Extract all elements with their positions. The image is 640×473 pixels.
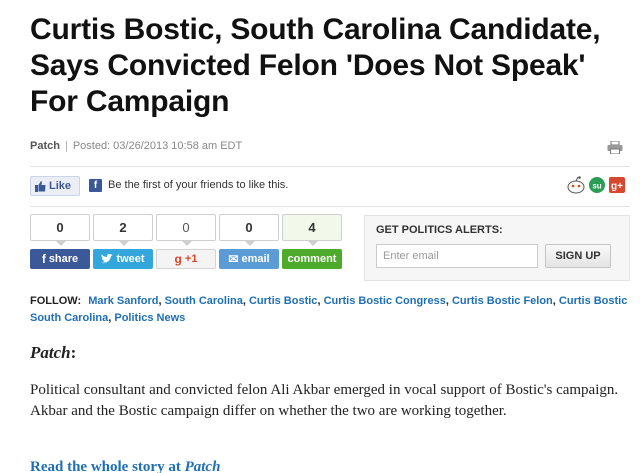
like-label: Like [49, 180, 72, 192]
facebook-share-button[interactable]: f share [30, 249, 90, 269]
comment-group: 4 comment [282, 214, 344, 269]
comment-count: 4 [282, 214, 342, 246]
facebook-icon: f [41, 252, 46, 266]
stumbleupon-icon[interactable]: su [588, 176, 606, 194]
google-plusone-button[interactable]: g +1 [156, 249, 216, 269]
follow-tag[interactable]: Politics News [114, 312, 185, 324]
tweet-count: 2 [93, 214, 153, 246]
share-count: 0 [30, 214, 90, 246]
follow-tag[interactable]: Mark Sanford [88, 295, 158, 307]
politics-alerts-box: GET POLITICS ALERTS: SIGN UP [364, 215, 630, 281]
twitter-share-group: 2 tweet [93, 214, 155, 269]
follow-tag[interactable]: Curtis Bostic [249, 295, 317, 307]
google-plus-icon: g [174, 252, 182, 266]
article-paragraph: Political consultant and convicted felon… [30, 382, 619, 419]
byline-separator: | [64, 140, 68, 152]
signup-button[interactable]: SIGN UP [545, 244, 611, 268]
svg-text:su: su [592, 182, 601, 191]
twitter-icon [101, 254, 114, 264]
follow-tag[interactable]: South Carolina [165, 295, 243, 307]
follow-tag[interactable]: Curtis Bostic Felon [452, 295, 553, 307]
tweet-button[interactable]: tweet [93, 249, 153, 269]
plusone-count: 0 [156, 214, 216, 246]
facebook-like-button[interactable]: Like [30, 176, 80, 196]
social-icons: su g+ [566, 176, 626, 194]
read-more-prefix: Read the whole story at [30, 459, 181, 473]
source-colon: : [70, 343, 77, 362]
facebook-share-group: 0 f share [30, 214, 92, 269]
read-more-link[interactable]: Read the whole story at Patch [30, 459, 220, 473]
comment-label: comment [287, 253, 337, 265]
alerts-title: GET POLITICS ALERTS: [376, 224, 503, 236]
google-plus-icon[interactable]: g+ [608, 176, 626, 194]
byline: Patch | Posted: 03/26/2013 10:58 am EDT [30, 140, 242, 152]
facebook-icon: f [89, 179, 102, 192]
source-name: Patch [30, 343, 71, 362]
email-icon: ✉ [228, 252, 239, 266]
svg-text:g+: g+ [611, 181, 623, 192]
email-share-group: 0 ✉ email [219, 214, 281, 269]
tweet-label: tweet [116, 253, 145, 265]
email-label: email [241, 253, 270, 265]
article-headline: Curtis Bostic, South Carolina Candidate,… [30, 13, 601, 118]
thumbs-up-icon [35, 180, 46, 192]
plusone-label: +1 [184, 253, 198, 265]
google-plus-group: 0 g +1 [156, 214, 218, 269]
printer-icon[interactable] [607, 141, 623, 154]
follow-tags: FOLLOW: Mark Sanford, South Carolina, Cu… [30, 295, 628, 324]
reddit-icon[interactable] [566, 176, 586, 194]
email-count: 0 [219, 214, 279, 246]
email-field[interactable] [376, 244, 538, 268]
email-button[interactable]: ✉ email [219, 249, 279, 269]
comment-button[interactable]: comment [282, 249, 342, 269]
article-source: Patch: [30, 343, 76, 363]
divider [30, 206, 630, 207]
read-more-source: Patch [184, 459, 221, 473]
follow-label: FOLLOW: [30, 295, 82, 307]
posted-date: Posted: 03/26/2013 10:58 am EDT [72, 140, 243, 152]
follow-tag[interactable]: Curtis Bostic Congress [324, 295, 446, 307]
byline-source[interactable]: Patch [30, 140, 60, 152]
share-label: share [48, 253, 79, 265]
divider [30, 166, 630, 167]
facebook-prompt: Be the first of your friends to like thi… [108, 179, 289, 191]
